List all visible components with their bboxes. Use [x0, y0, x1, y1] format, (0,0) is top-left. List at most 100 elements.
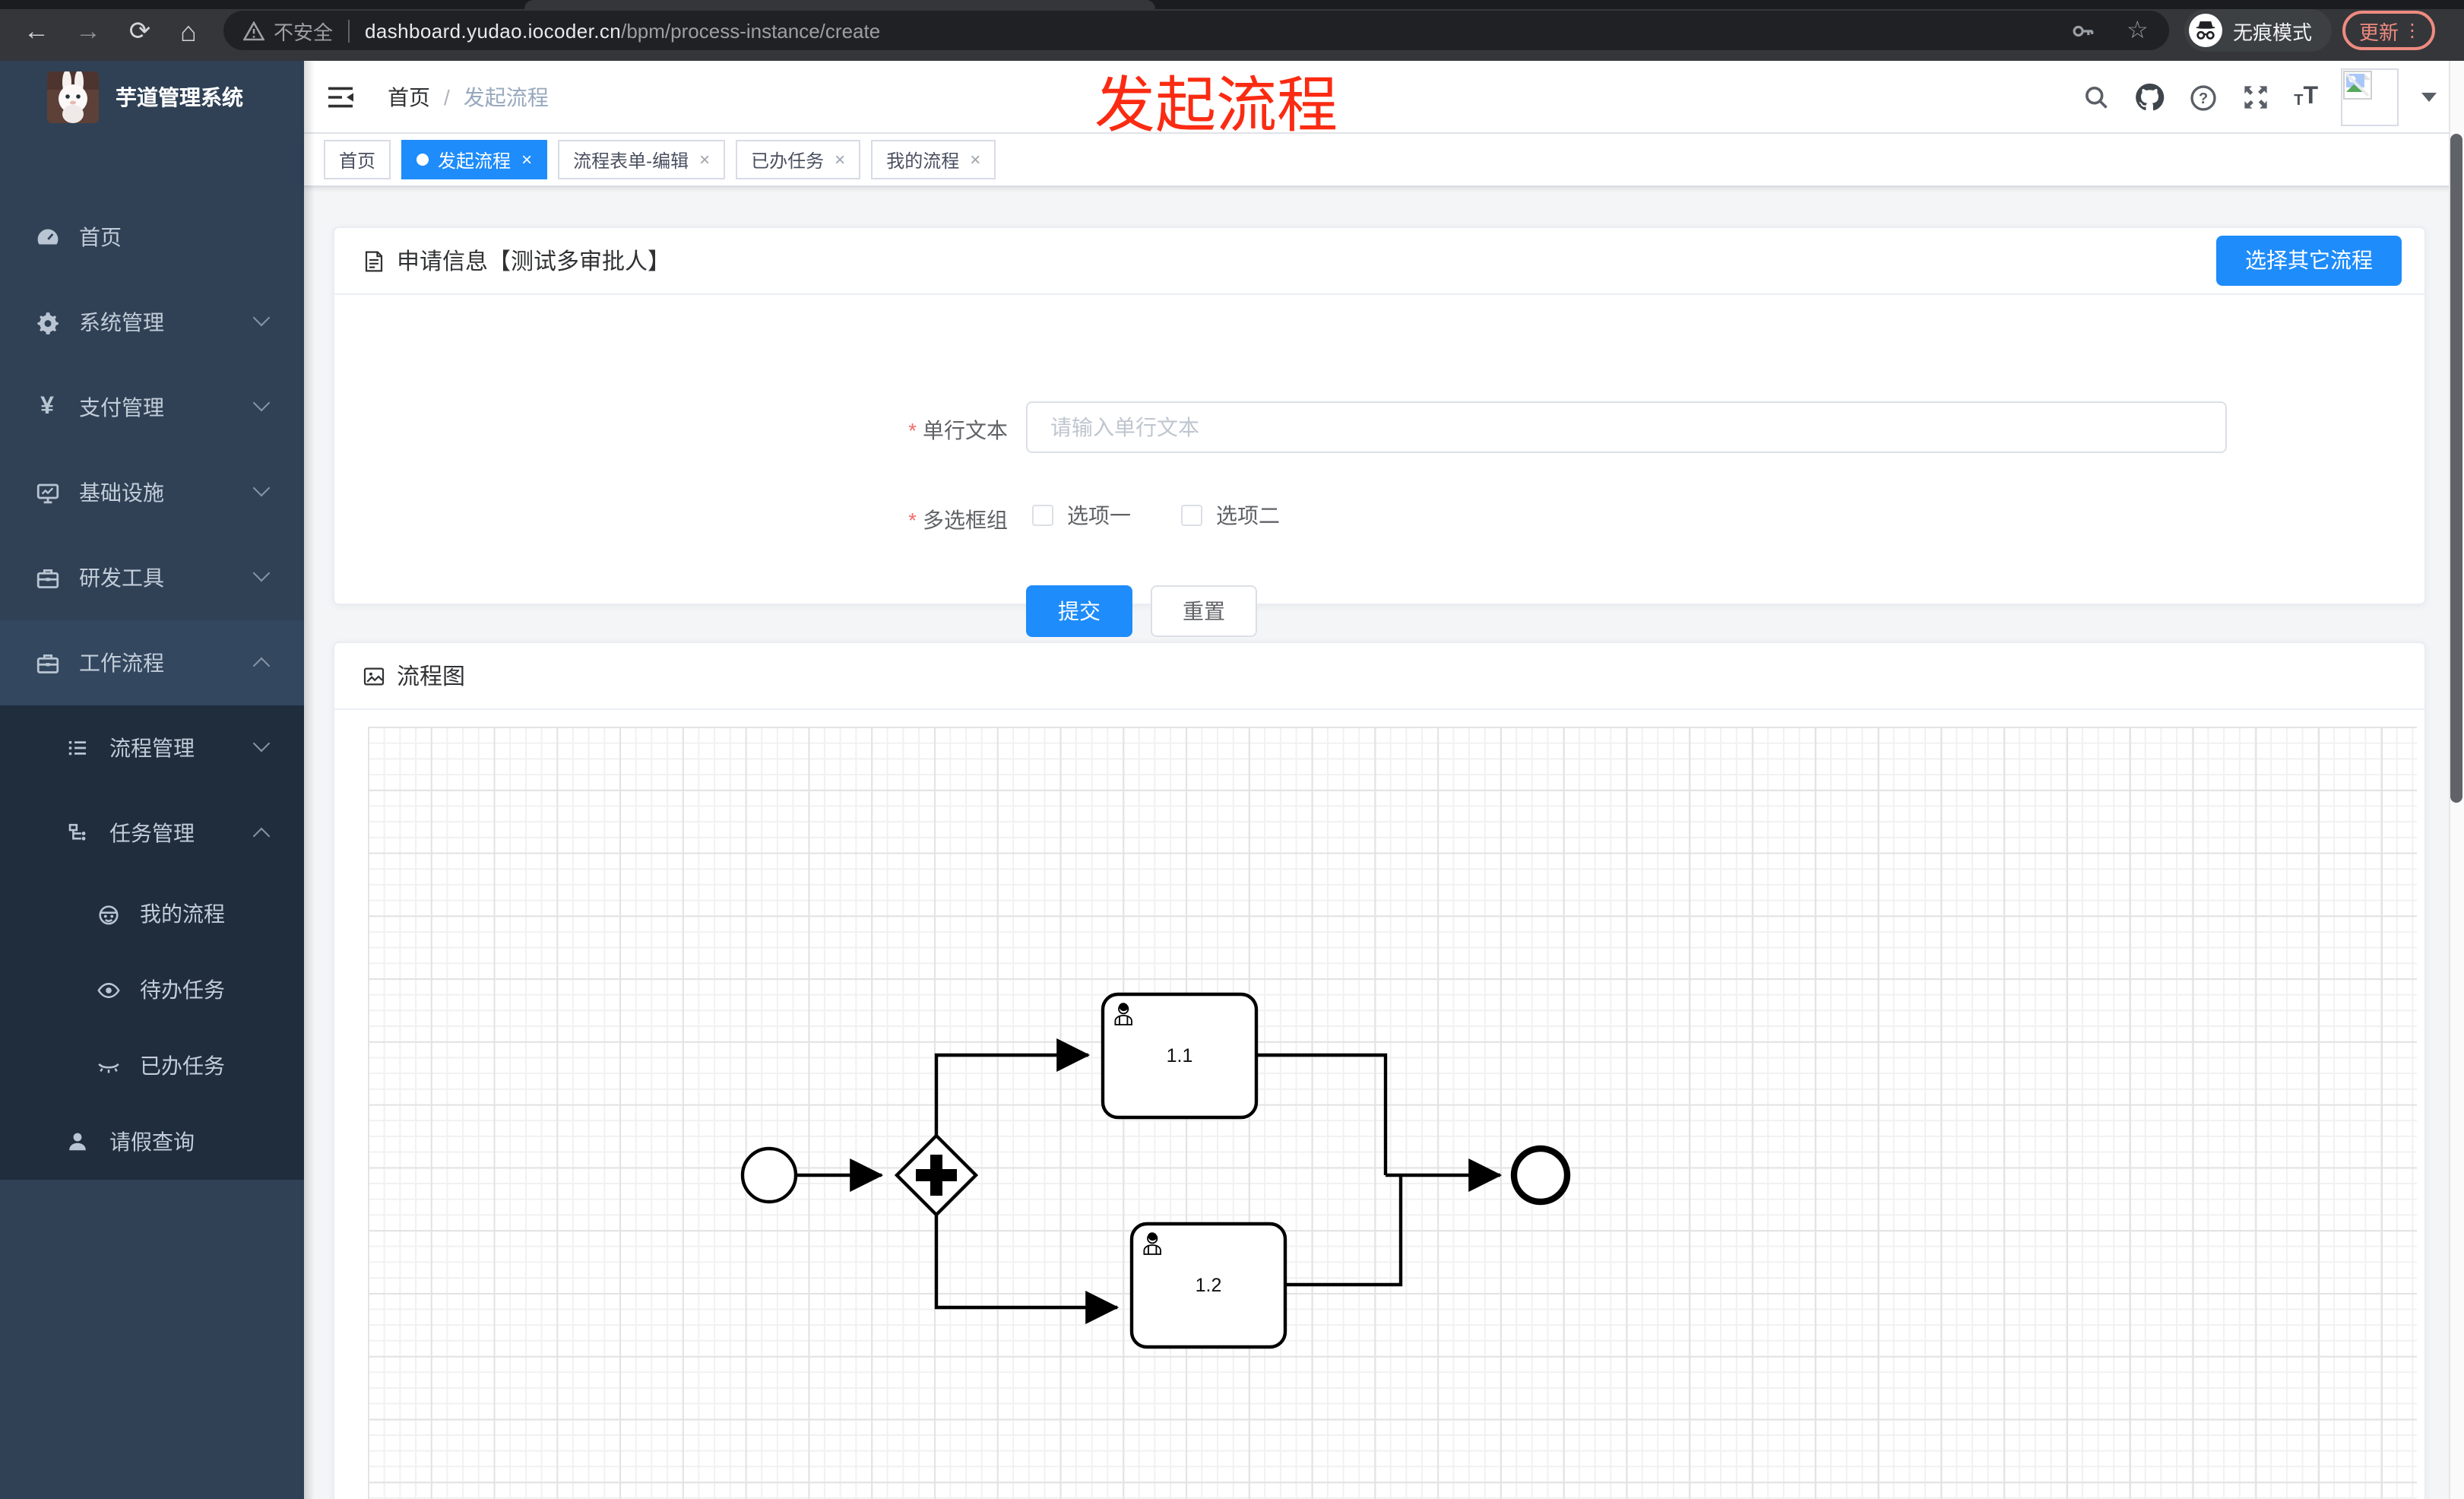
browser-home-button[interactable]: ⌂: [170, 0, 207, 61]
checkbox-option-2[interactable]: 选项二: [1181, 500, 1280, 531]
tab-label: 流程表单-编辑: [573, 150, 689, 171]
tab-my-process[interactable]: 我的流程 ×: [871, 140, 996, 179]
breadcrumb-home[interactable]: 首页: [388, 82, 430, 113]
sidebar-item-workflow[interactable]: 工作流程: [0, 620, 304, 705]
sidebar-item-payment[interactable]: ¥ 支付管理: [0, 365, 304, 450]
sidebar-item-my-process[interactable]: 我的流程: [0, 876, 304, 952]
checkbox-icon[interactable]: [1181, 505, 1202, 526]
image-icon: [363, 667, 385, 685]
close-icon[interactable]: ×: [970, 149, 980, 170]
sidebar-logo-row: 芋道管理系统: [0, 61, 304, 134]
browser-address-bar[interactable]: 不安全 dashboard.yudao.iocoder.cn/bpm/proce…: [223, 11, 2169, 50]
chevron-up-icon: [252, 657, 271, 675]
sidebar-item-infrastructure[interactable]: 基础设施: [0, 450, 304, 535]
sidebar-item-done-tasks[interactable]: 已办任务: [0, 1028, 304, 1104]
sidebar-item-todo-tasks[interactable]: 待办任务: [0, 952, 304, 1028]
single-line-text-input[interactable]: [1026, 401, 2227, 453]
checkbox-group-label: * 多选框组: [908, 508, 1008, 532]
svg-text:?: ?: [2198, 90, 2207, 106]
browser-update-button[interactable]: 更新 ⋮: [2342, 11, 2435, 50]
document-icon: [365, 250, 383, 271]
breadcrumb: 首页 / 发起流程: [388, 61, 549, 134]
sidebar-collapse-icon[interactable]: [325, 82, 356, 113]
password-key-icon[interactable]: [2070, 11, 2096, 50]
browser-tab[interactable]: [524, 0, 1155, 9]
avatar[interactable]: [2341, 68, 2399, 126]
sidebar-item-process-management[interactable]: 流程管理: [0, 705, 304, 791]
form-body: *单行文本 *多选框组 选项一 选项二: [334, 295, 2424, 637]
chevron-down-icon: [252, 564, 271, 582]
app-logo: [47, 71, 99, 123]
sidebar-item-label: 首页: [79, 225, 122, 249]
fullscreen-icon[interactable]: [2241, 82, 2271, 113]
bpmn-user-task-1-1[interactable]: 1.1: [1101, 992, 1259, 1120]
tab-done-tasks[interactable]: 已办任务 ×: [736, 140, 861, 179]
monitor-icon: [33, 479, 61, 506]
yen-icon: ¥: [40, 394, 54, 420]
flow-gateway-to-task2: [934, 1215, 1120, 1324]
address-separator: [348, 19, 350, 42]
close-icon[interactable]: ×: [835, 149, 845, 170]
avatar-caret-icon[interactable]: [2421, 93, 2437, 102]
bookmark-star-icon[interactable]: ☆: [2127, 11, 2149, 50]
checkbox-icon[interactable]: [1032, 505, 1053, 526]
browser-tabstrip: [0, 0, 2464, 9]
page-scrollbar[interactable]: [2449, 61, 2464, 1499]
font-size-icon[interactable]: TT: [2294, 84, 2318, 109]
chevron-down-icon: [252, 309, 271, 327]
browser-reload-button[interactable]: ⟳: [122, 0, 158, 61]
close-icon[interactable]: ×: [521, 149, 532, 170]
close-icon[interactable]: ×: [699, 149, 710, 170]
user-icon: [64, 1128, 91, 1155]
diagram-card-header: 流程图: [334, 643, 2424, 710]
sidebar-item-label: 流程管理: [109, 736, 195, 760]
tab-home[interactable]: 首页: [324, 140, 391, 179]
gear-icon: [33, 309, 61, 336]
sidebar-item-label: 系统管理: [79, 310, 164, 334]
bpmn-user-task-1-2[interactable]: 1.2: [1129, 1222, 1287, 1349]
checkbox-label: 选项一: [1067, 503, 1131, 528]
sidebar-item-home[interactable]: 首页: [0, 195, 304, 280]
toolbox-icon: [33, 564, 61, 591]
sidebar-menu: 首页 系统管理 ¥ 支付管理 基础设施 研发工具 工作流程 流程管理 任务管理 …: [0, 195, 304, 1180]
form-card-header: 申请信息【测试多审批人】 选择其它流程: [334, 228, 2424, 295]
sidebar-item-dev-tools[interactable]: 研发工具: [0, 535, 304, 620]
breadcrumb-current: 发起流程: [463, 85, 549, 109]
choose-other-process-button[interactable]: 选择其它流程: [2216, 236, 2402, 286]
help-icon[interactable]: ?: [2187, 82, 2218, 113]
tab-process-form-edit[interactable]: 流程表单-编辑 ×: [558, 140, 726, 179]
browser-forward-button[interactable]: →: [70, 0, 106, 61]
submit-button[interactable]: 提交: [1026, 585, 1132, 637]
bpmn-end-event[interactable]: [1510, 1145, 1571, 1206]
list-tree-icon: [64, 734, 91, 762]
search-icon[interactable]: [2081, 82, 2111, 113]
checkbox-option-1[interactable]: 选项一: [1032, 500, 1131, 531]
sidebar-item-label: 已办任务: [140, 1054, 225, 1078]
reset-button[interactable]: 重置: [1151, 585, 1257, 637]
sidebar-item-label: 工作流程: [79, 651, 164, 675]
sidebar-item-leave-query[interactable]: 请假查询: [0, 1104, 304, 1180]
browser-chrome: ← → ⟳ ⌂ 不安全 dashboard.yudao.iocoder.cn/b…: [0, 0, 2464, 61]
bpmn-start-event[interactable]: [740, 1146, 798, 1204]
flow-task2-join: [1285, 1177, 1403, 1287]
process-diagram-card: 流程图 1.1 1.2: [333, 642, 2426, 1499]
bpmn-canvas[interactable]: 1.1 1.2: [368, 727, 2417, 1499]
browser-back-button[interactable]: ←: [18, 0, 55, 61]
tags-view-bar: 首页 发起流程 × 流程表单-编辑 × 已办任务 × 我的流程 ×: [304, 134, 2464, 187]
sidebar-item-system[interactable]: 系统管理: [0, 280, 304, 365]
application-info-card: 申请信息【测试多审批人】 选择其它流程 *单行文本 *多选框组 选项一: [333, 227, 2426, 637]
bpmn-parallel-gateway[interactable]: [894, 1133, 979, 1218]
tab-label: 发起流程: [438, 150, 511, 171]
task-label: 1.1: [1167, 1045, 1193, 1066]
sidebar-item-task-management[interactable]: 任务管理: [0, 791, 304, 876]
page-scrollbar-thumb[interactable]: [2450, 134, 2462, 803]
tab-create-process[interactable]: 发起流程 ×: [401, 140, 548, 179]
chevron-up-icon: [252, 827, 271, 845]
eye-icon: [94, 976, 122, 1003]
security-warning-icon: [243, 21, 264, 40]
sidebar-item-label: 请假查询: [109, 1130, 195, 1154]
workflow-submenu: 流程管理 任务管理 我的流程 待办任务 已办任务 请假查询: [0, 705, 304, 1180]
eye-closed-icon: [94, 1052, 122, 1079]
github-icon[interactable]: [2134, 82, 2165, 113]
browser-menu-dots-icon[interactable]: ⋮: [2403, 20, 2421, 41]
